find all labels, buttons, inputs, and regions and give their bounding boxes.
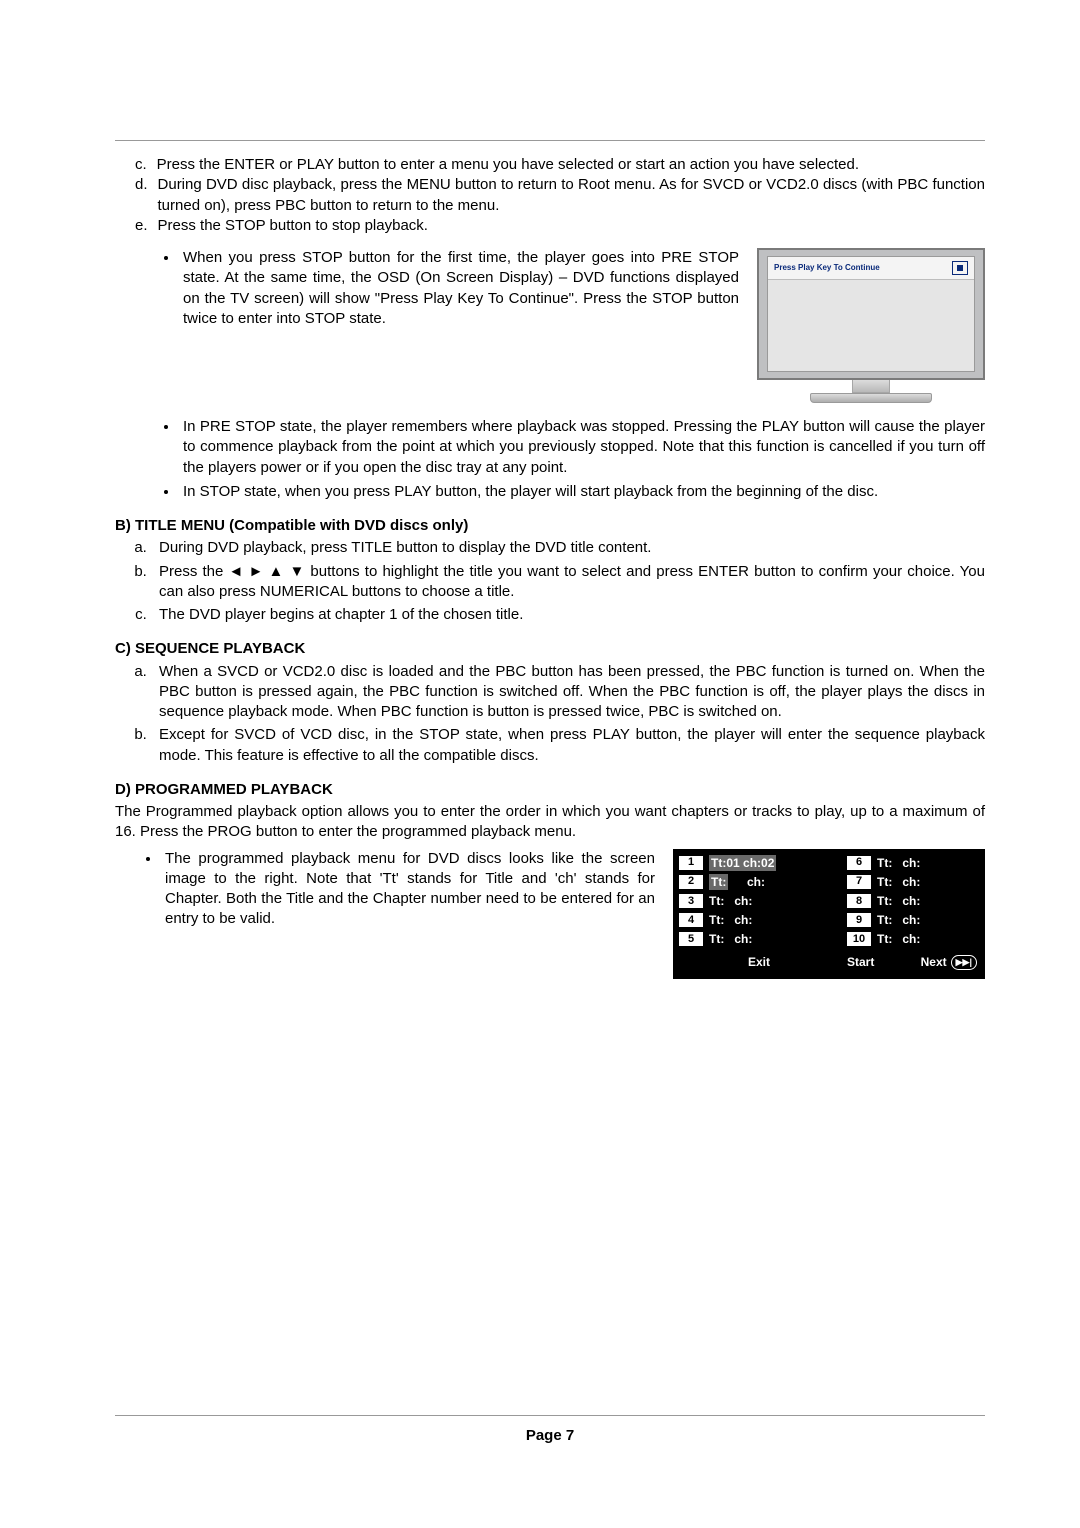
- section-c-heading: C) SEQUENCE PLAYBACK: [115, 639, 985, 659]
- top-rule: [115, 140, 985, 141]
- d-intro: The Programmed playback option allows yo…: [115, 802, 985, 843]
- section-d-heading: D) PROGRAMMED PLAYBACK: [115, 780, 985, 800]
- c-item-a: When a SVCD or VCD2.0 disc is loaded and…: [151, 662, 985, 723]
- monitor-illustration: Press Play Key To Continue: [757, 248, 985, 403]
- b-item-b: Press the ◄ ► ▲ ▼ buttons to highlight t…: [151, 562, 985, 603]
- section-b-heading: B) TITLE MENU (Compatible with DVD discs…: [115, 516, 985, 536]
- document-page: c. Press the ENTER or PLAY button to ent…: [0, 0, 1080, 1528]
- prog-num: 6: [847, 856, 871, 870]
- e-bullet-2: In PRE STOP state, the player remembers …: [179, 417, 985, 478]
- d-bullet: The programmed playback menu for DVD dis…: [161, 849, 655, 930]
- b-item-a: During DVD playback, press TITLE button …: [151, 538, 985, 558]
- monitor-osd-text: Press Play Key To Continue: [774, 263, 880, 274]
- item-c: c. Press the ENTER or PLAY button to ent…: [135, 155, 985, 175]
- item-e: e. Press the STOP button to stop playbac…: [135, 216, 985, 236]
- programmed-menu: 1 Tt:01 ch:02 6 Tt: ch: 2 Tt: ch: 7 Tt: …: [673, 849, 985, 979]
- b-item-c: The DVD player begins at chapter 1 of th…: [151, 605, 985, 625]
- stop-icon: [952, 261, 968, 275]
- exit-label: Exit: [708, 954, 770, 970]
- monitor-body: [768, 280, 974, 371]
- page-number: Page 7: [526, 1427, 574, 1444]
- next-label: Next: [921, 954, 947, 970]
- e-bullet-1: When you press STOP button for the first…: [179, 248, 739, 329]
- next-icon: ▶▶|: [951, 955, 977, 970]
- item-d: d. During DVD disc playback, press the M…: [135, 175, 985, 216]
- e-bullet-3: In STOP state, when you press PLAY butto…: [179, 482, 985, 502]
- c-item-b: Except for SVCD of VCD disc, in the STOP…: [151, 725, 985, 766]
- start-label: Start: [847, 954, 874, 970]
- page-footer: Page 7: [115, 1415, 985, 1446]
- prog-num: 1: [679, 856, 703, 870]
